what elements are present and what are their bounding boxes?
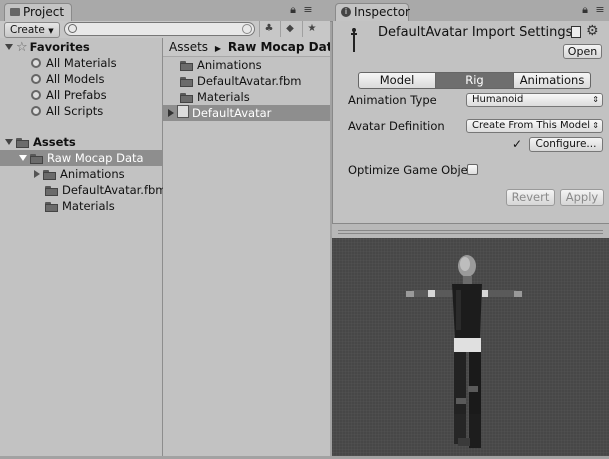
star-icon: ☆ <box>16 40 28 55</box>
tree-item-label: Animations <box>60 167 125 181</box>
animation-type-label: Animation Type <box>348 93 437 107</box>
list-item-label: DefaultAvatar <box>192 106 272 120</box>
preview-grip <box>338 230 603 234</box>
filter-by-label-icon[interactable]: ◆ <box>280 21 299 37</box>
favorites-label: Favorites <box>29 40 90 54</box>
lock-icon[interactable]: 🔒︎ <box>287 4 299 16</box>
create-button[interactable]: Create ▼ <box>4 22 60 38</box>
folder-icon <box>180 92 194 103</box>
collapse-arrow-icon[interactable] <box>34 170 40 178</box>
folder-icon <box>43 169 57 180</box>
panel-menu-icon[interactable]: ≡ <box>302 4 314 16</box>
expand-arrow-icon[interactable] <box>5 139 13 145</box>
breadcrumb-separator-icon: ▶ <box>214 44 222 53</box>
folder-icon <box>45 201 59 212</box>
animation-type-dropdown[interactable]: Humanoid ⇕ <box>466 93 603 107</box>
list-item[interactable]: Animations <box>163 57 330 73</box>
project-tab-icon <box>10 8 20 16</box>
folder-icon <box>16 137 30 148</box>
folder-icon <box>45 185 59 196</box>
folder-icon <box>180 60 194 71</box>
help-book-icon[interactable] <box>571 26 581 38</box>
open-button[interactable]: Open <box>563 44 602 59</box>
folder-icon <box>30 153 44 164</box>
breadcrumb-current[interactable]: Raw Mocap Data <box>228 40 330 54</box>
search-filter-icon <box>31 106 41 116</box>
list-item-label: DefaultAvatar.fbm <box>197 74 302 88</box>
tree-item-label: Raw Mocap Data <box>47 151 144 165</box>
preview-drag-bar[interactable] <box>332 223 609 239</box>
search-icon <box>68 24 77 33</box>
avatar-definition-value: Create From This Model <box>472 120 590 131</box>
search-input[interactable] <box>64 22 255 36</box>
create-dropdown-arrow-icon: ▼ <box>48 27 54 35</box>
tab-inspector[interactable]: i Inspector <box>335 3 410 21</box>
file-list-items: Animations DefaultAvatar.fbm Materials D… <box>163 57 330 121</box>
tree-item-raw-mocap-data[interactable]: Raw Mocap Data <box>0 150 162 166</box>
search-filter-icon <box>31 58 41 68</box>
expand-arrow-icon[interactable] <box>168 109 174 117</box>
breadcrumb-root[interactable]: Assets <box>169 40 208 54</box>
favorite-item-label: All Models <box>46 72 105 86</box>
tab-model[interactable]: Model <box>358 72 436 89</box>
inspector-menu-icon[interactable]: ≡ <box>594 4 606 16</box>
create-label: Create <box>10 24 45 36</box>
list-item[interactable]: DefaultAvatar.fbm <box>163 73 330 89</box>
tree-item-materials[interactable]: Materials <box>0 198 162 214</box>
folder-icon <box>180 76 194 87</box>
list-item-label: Animations <box>197 58 262 72</box>
favorite-item-label: All Scripts <box>46 104 104 118</box>
tab-rig[interactable]: Rig <box>435 72 514 89</box>
avatar-preview-viewport[interactable] <box>332 238 609 456</box>
favorite-item-label: All Prefabs <box>46 88 107 102</box>
search-filter-icon <box>31 74 41 84</box>
tab-project[interactable]: Project <box>4 3 72 21</box>
optimize-game-objects-checkbox[interactable] <box>467 164 478 175</box>
tree-item-defaultavatar-fbm[interactable]: DefaultAvatar.fbm <box>0 182 167 198</box>
animation-type-value: Humanoid <box>472 94 524 105</box>
favorite-item[interactable]: All Models <box>0 71 162 87</box>
tab-project-label: Project <box>23 5 65 19</box>
avatar-definition-dropdown[interactable]: Create From This Model ⇕ <box>466 119 603 133</box>
inspector-lock-icon[interactable]: 🔒︎ <box>579 4 591 16</box>
project-folder-tree: ☆ Favorites All Materials All Models All … <box>0 38 167 456</box>
tab-inspector-label: Inspector <box>354 5 410 19</box>
tree-item-label: DefaultAvatar.fbm <box>62 183 167 197</box>
avatar-definition-label: Avatar Definition <box>348 119 445 133</box>
search-filter-icon <box>31 90 41 100</box>
expand-arrow-icon[interactable] <box>5 44 13 50</box>
avatar-model-figure <box>406 255 522 448</box>
tree-item-label: Materials <box>62 199 115 213</box>
list-item-label: Materials <box>197 90 250 104</box>
apply-button[interactable]: Apply <box>560 189 604 206</box>
favorites-header[interactable]: ☆ Favorites <box>0 39 162 55</box>
list-item-selected[interactable]: DefaultAvatar <box>163 105 330 121</box>
favorite-item[interactable]: All Scripts <box>0 103 162 119</box>
revert-button[interactable]: Revert <box>506 189 555 206</box>
info-icon: i <box>341 7 351 17</box>
assets-label: Assets <box>33 135 76 149</box>
tab-animations[interactable]: Animations <box>513 72 591 89</box>
optimize-game-objects-label: Optimize Game Obje <box>348 163 468 177</box>
favorite-item[interactable]: All Materials <box>0 55 162 71</box>
model-asset-icon <box>351 28 357 52</box>
assets-header[interactable]: Assets <box>0 134 162 150</box>
search-clear-icon[interactable] <box>242 24 252 34</box>
configure-button[interactable]: Configure... <box>529 137 603 152</box>
dropdown-arrow-icon: ⇕ <box>592 121 599 130</box>
favorite-item[interactable]: All Prefabs <box>0 87 162 103</box>
breadcrumb: Assets ▶ Raw Mocap Data <box>163 38 330 57</box>
favorite-item-label: All Materials <box>46 56 117 70</box>
expand-arrow-icon[interactable] <box>19 155 27 161</box>
dropdown-arrow-icon: ⇕ <box>592 95 599 104</box>
check-mark-icon: ✓ <box>512 137 523 151</box>
save-search-icon[interactable]: ★ <box>302 21 321 37</box>
tree-item-animations[interactable]: Animations <box>0 166 162 182</box>
filter-by-type-icon[interactable]: ♣ <box>259 21 278 37</box>
list-item[interactable]: Materials <box>163 89 330 105</box>
inspector-title: DefaultAvatar Import Settings <box>378 25 573 40</box>
model-prefab-icon <box>177 105 189 118</box>
settings-gear-icon[interactable]: ⚙ <box>586 23 599 39</box>
